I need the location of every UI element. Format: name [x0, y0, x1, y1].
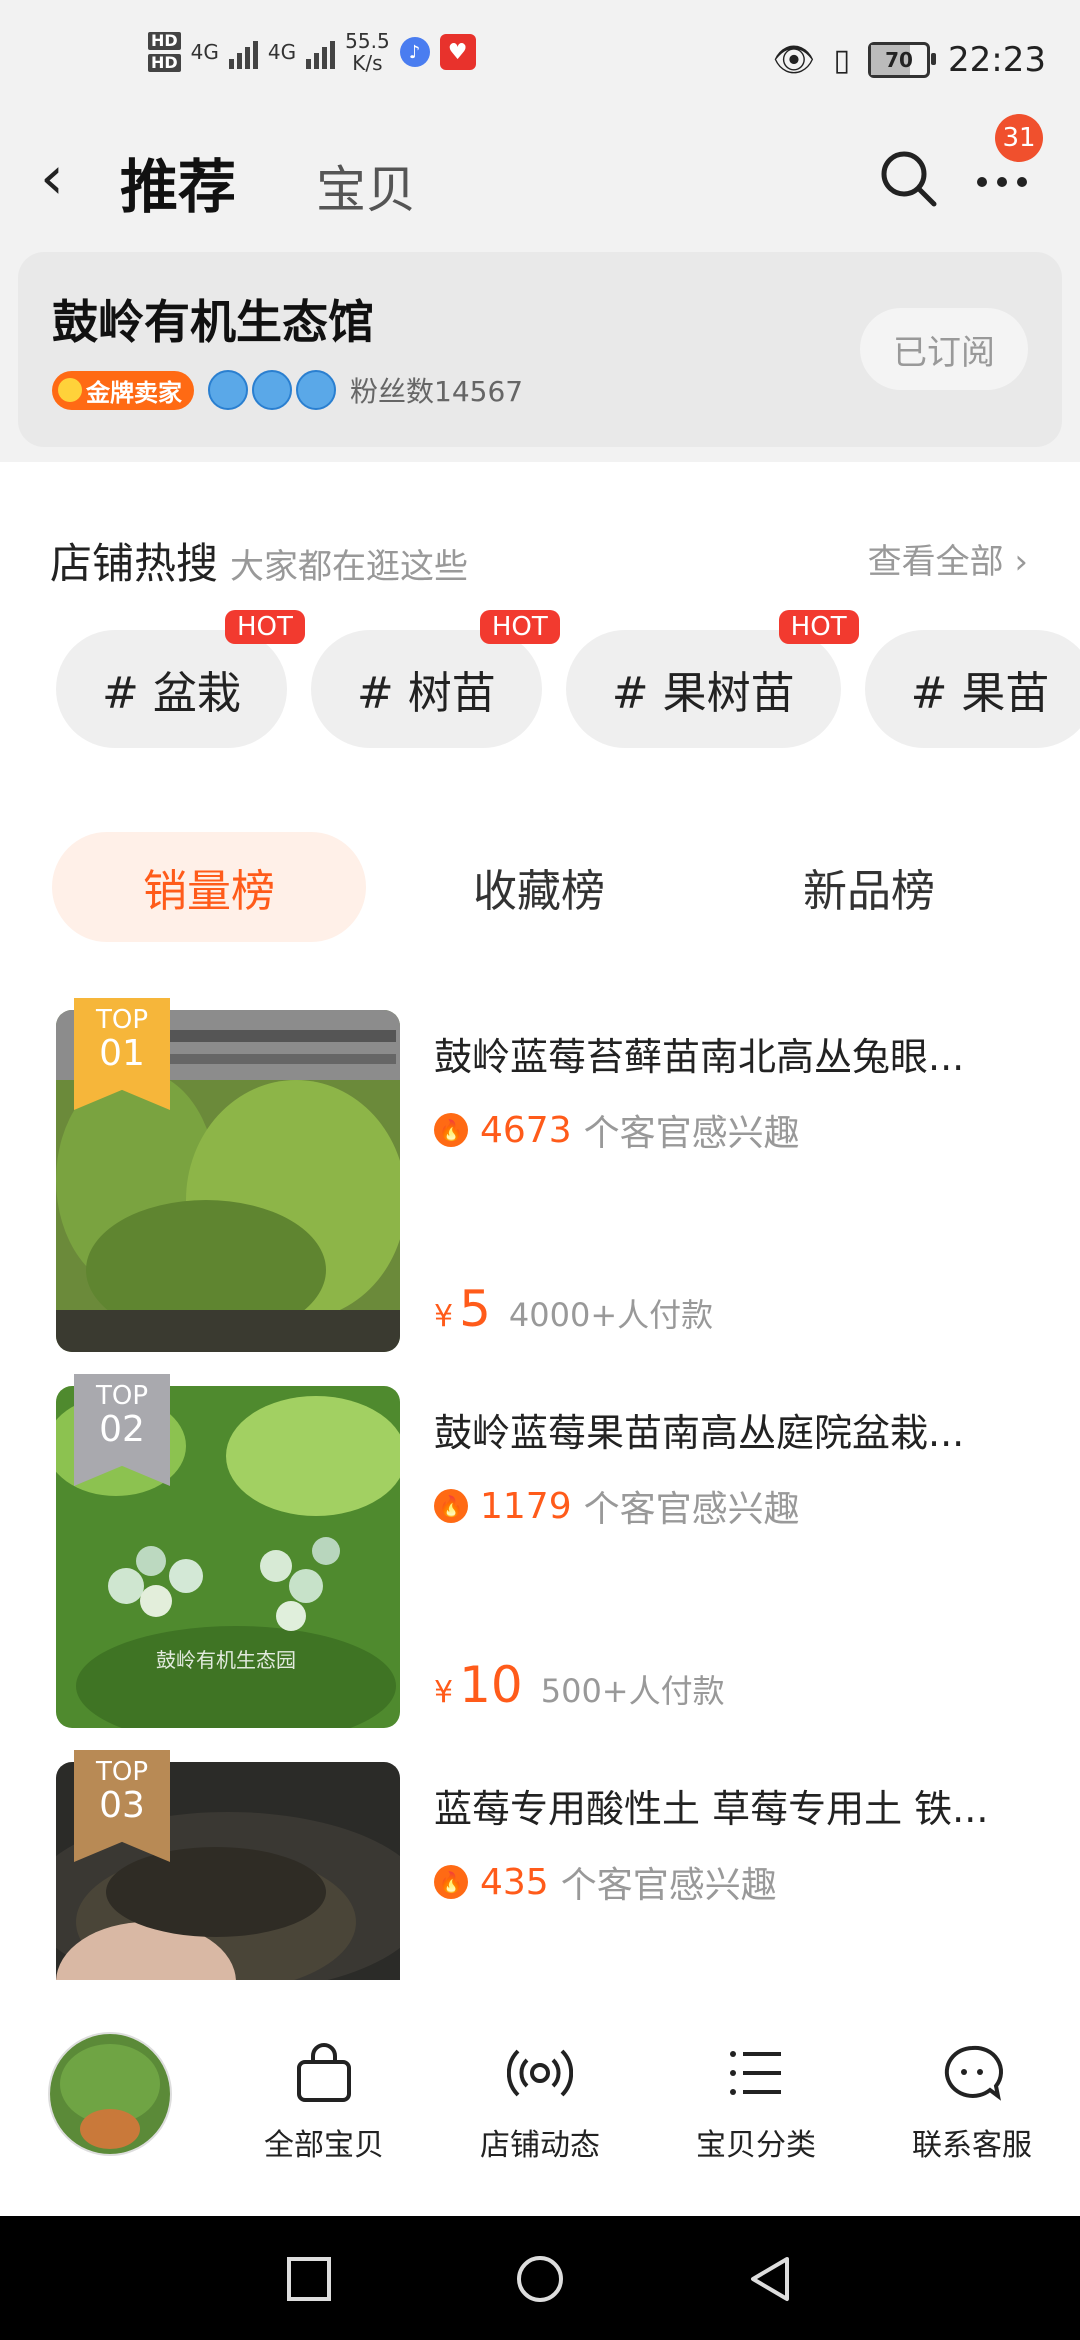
search-chip[interactable]: # 果苗: [864, 630, 1080, 748]
shop-avatar[interactable]: [48, 2032, 172, 2156]
crown-icon: [208, 370, 248, 410]
interest-count: 1179: [480, 1485, 572, 1527]
shop-info-row: 金牌卖家 粉丝数14567: [52, 370, 523, 410]
nav-shop-updates[interactable]: 店铺动态: [460, 2040, 620, 2164]
price: 10: [459, 1656, 523, 1714]
product-title: 蓝莓专用酸性土 草莓专用土 铁...: [434, 1787, 989, 1831]
status-right: 👁 ▯ 70 22:23: [772, 40, 1046, 80]
status-left: HD HD 4G 4G 55.5 K/s ♪ ♥: [148, 30, 476, 74]
image-watermark: 鼓岭有机生态园: [156, 1648, 296, 1672]
interest-row: 🔥 1179 个客官感兴趣: [434, 1480, 800, 1532]
fire-icon: 🔥: [434, 1489, 468, 1523]
interest-text: 个客官感兴趣: [560, 1865, 777, 1906]
back-icon[interactable]: ‹: [40, 148, 64, 208]
hot-tag: HOT: [778, 610, 859, 644]
hot-search-chips: # 盆栽 HOT # 树苗 HOT # 果树苗 HOT # 果苗: [56, 610, 1080, 748]
broadcast-icon: [507, 2049, 573, 2097]
home-icon[interactable]: [515, 2254, 565, 2304]
subscribe-button[interactable]: 已订阅: [860, 308, 1028, 390]
tab-items[interactable]: 宝贝: [316, 150, 416, 222]
search-icon[interactable]: [876, 146, 940, 210]
gold-seller-badge: 金牌卖家: [52, 370, 194, 410]
signal-icon-2: [306, 35, 336, 69]
bottom-nav: 全部宝贝 店铺动态 宝贝分类 联系客服: [0, 1980, 1080, 2216]
hot-search-header: 店铺热搜 大家都在逛这些: [50, 530, 468, 591]
hot-search-title: 店铺热搜: [50, 539, 219, 588]
interest-count: 4673: [480, 1109, 572, 1151]
price-row: ¥ 10 500+人付款: [434, 1656, 725, 1714]
hot-tag: HOT: [479, 610, 560, 644]
network-label-1: 4G: [190, 40, 219, 64]
interest-text: 个客官感兴趣: [583, 1113, 800, 1154]
product-title: 鼓岭蓝莓苔藓苗南北高丛兔眼...: [434, 1035, 965, 1079]
main-content: 店铺热搜 大家都在逛这些 查看全部 › # 盆栽 HOT # 树苗 HOT # …: [0, 462, 1080, 1980]
product-item[interactable]: TOP 03 蓝莓专用酸性土 草莓专用土 铁... 🔥 435 个客官感兴趣: [56, 1750, 1046, 1980]
price-symbol: ¥: [434, 1299, 454, 1334]
tab-sales-rank[interactable]: 销量榜: [52, 832, 366, 942]
header: ‹ 推荐 宝贝 31: [0, 114, 1080, 230]
paid-count: 500+人付款: [540, 1672, 725, 1710]
chat-face-icon: [944, 2045, 1004, 2101]
search-chip[interactable]: # 果树苗 HOT: [565, 610, 859, 748]
hot-search-subtitle: 大家都在逛这些: [230, 547, 469, 587]
list-icon: [730, 2051, 781, 2095]
shopping-bag-icon: [297, 2043, 351, 2102]
interest-row: 🔥 435 个客官感兴趣: [434, 1856, 777, 1908]
hd-icon: HD HD: [148, 32, 181, 72]
status-bar: HD HD 4G 4G 55.5 K/s ♪ ♥ 👁 ▯ 70 22:23: [0, 0, 1080, 130]
crown-icon: [252, 370, 292, 410]
clock: 22:23: [948, 40, 1046, 80]
price: 5: [459, 1280, 491, 1338]
signal-icon: [228, 35, 258, 69]
crown-icons: [208, 370, 336, 410]
fire-icon: 🔥: [434, 1865, 468, 1899]
recent-apps-icon[interactable]: [284, 2254, 334, 2304]
eye-icon: 👁: [772, 40, 816, 80]
rank-tabs: 销量榜 收藏榜 新品榜: [52, 832, 1032, 942]
fire-icon: 🔥: [434, 1113, 468, 1147]
crown-icon: [296, 370, 336, 410]
view-all-link[interactable]: 查看全部 ›: [868, 534, 1028, 583]
speed-value: 55.5: [345, 29, 390, 53]
tab-new-rank[interactable]: 新品榜: [712, 832, 1026, 942]
nav-all-items[interactable]: 全部宝贝: [244, 2040, 404, 2164]
interest-count: 435: [480, 1861, 549, 1903]
notification-badge: 31: [995, 114, 1043, 162]
network-label-2: 4G: [267, 40, 297, 64]
shop-name: 鼓岭有机生态馆: [52, 295, 374, 349]
interest-row: 🔥 4673 个客官感兴趣: [434, 1104, 800, 1156]
product-item[interactable]: 鼓岭有机生态园 TOP 02 鼓岭蓝莓果苗南高丛庭院盆栽... 🔥 1179 个…: [56, 1374, 1046, 1728]
shop-card[interactable]: 鼓岭有机生态馆 金牌卖家 粉丝数14567 已订阅: [18, 252, 1062, 447]
music-icon: ♪: [399, 37, 430, 67]
network-speed: 55.5 K/s: [345, 30, 390, 74]
paid-count: 4000+人付款: [508, 1296, 714, 1334]
price-row: ¥ 5 4000+人付款: [434, 1280, 713, 1338]
product-item[interactable]: TOP 01 鼓岭蓝莓苔藓苗南北高丛兔眼... 🔥 4673 个客官感兴趣 ¥ …: [56, 998, 1046, 1352]
speed-unit: K/s: [352, 51, 383, 75]
fans-count: 粉丝数14567: [350, 375, 524, 408]
back-nav-icon[interactable]: [745, 2254, 795, 2304]
medal-icon: [58, 378, 82, 402]
price-symbol: ¥: [434, 1675, 454, 1710]
system-nav-bar: [0, 2216, 1080, 2340]
vibrate-icon: ▯: [833, 42, 851, 78]
battery-icon: 70: [868, 42, 937, 78]
app-heart-icon: ♥: [439, 34, 476, 70]
nav-categories[interactable]: 宝贝分类: [676, 2040, 836, 2164]
product-title: 鼓岭蓝莓果苗南高丛庭院盆栽...: [434, 1411, 965, 1455]
nav-customer-service[interactable]: 联系客服: [892, 2040, 1052, 2164]
search-chip[interactable]: # 盆栽 HOT: [56, 610, 305, 748]
tab-recommend[interactable]: 推荐: [120, 140, 236, 224]
hot-tag: HOT: [224, 610, 305, 644]
tab-favorites-rank[interactable]: 收藏榜: [382, 832, 696, 942]
interest-text: 个客官感兴趣: [583, 1489, 800, 1530]
search-chip[interactable]: # 树苗 HOT: [310, 610, 560, 748]
